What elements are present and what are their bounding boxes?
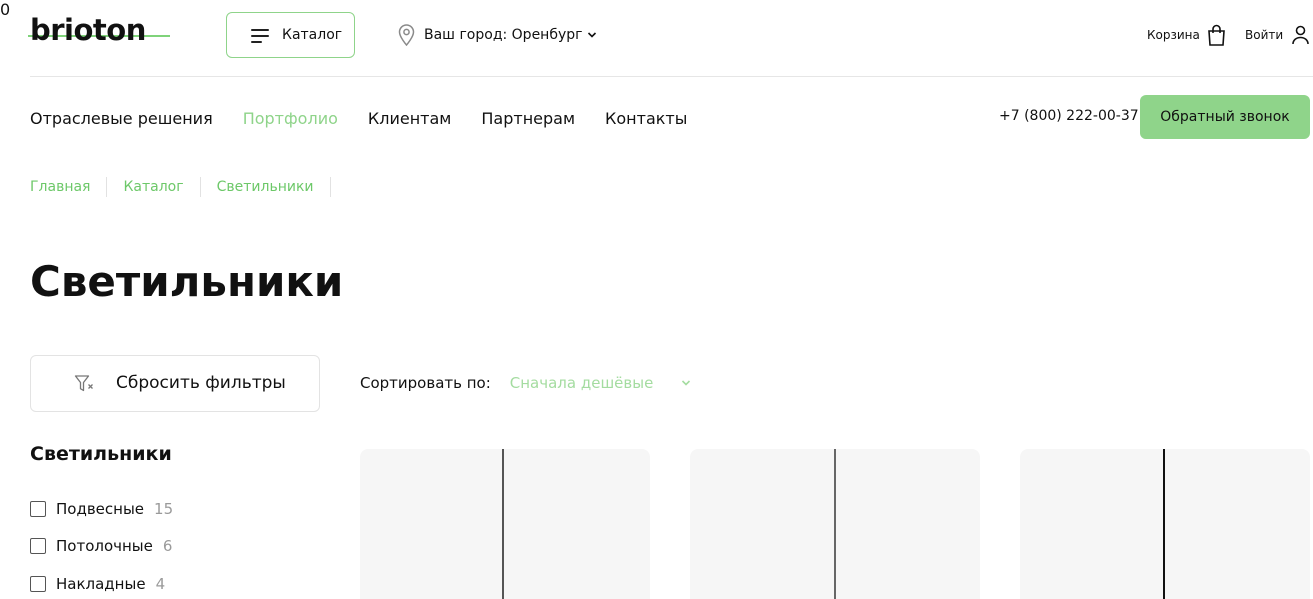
main-nav: Отраслевые решения Портфолио Клиентам Па… <box>30 105 717 131</box>
logo-text: brioton <box>30 13 146 47</box>
city-label: Ваш город: Оренбург <box>424 27 583 43</box>
catalog-button[interactable]: Каталог <box>226 12 355 58</box>
shopping-bag-icon <box>1208 24 1225 46</box>
filter-item-pendant[interactable]: Подвесные 15 <box>30 498 173 520</box>
sort-select[interactable]: Сначала дешёвые <box>510 374 654 392</box>
location-pin-icon <box>398 24 415 46</box>
nav-item-partners[interactable]: Партнерам <box>481 109 575 128</box>
chevron-down-icon <box>587 32 596 38</box>
callback-button[interactable]: Обратный звонок <box>1140 95 1310 139</box>
login-link[interactable]: Войти <box>1245 20 1309 50</box>
filter-label: Подвесные <box>56 500 145 518</box>
sort-label: Сортировать по: <box>360 374 491 392</box>
brand-logo[interactable]: brioton <box>28 13 172 50</box>
user-icon <box>1292 25 1309 45</box>
filter-label: Потолочные <box>56 537 153 555</box>
nav-item-contacts[interactable]: Контакты <box>605 109 687 128</box>
nav-item-clients[interactable]: Клиентам <box>368 109 451 128</box>
product-card[interactable] <box>690 449 980 599</box>
filter-item-ceiling[interactable]: Потолочные 6 <box>30 535 172 557</box>
nav-item-portfolio[interactable]: Портфолио <box>243 109 338 128</box>
filter-count: 15 <box>154 500 174 518</box>
filter-count: 4 <box>155 575 166 593</box>
phone-number[interactable]: +7 (800) 222-00-37 <box>999 108 1139 124</box>
filter-heading: Светильники <box>30 443 172 465</box>
sort-control: Сортировать по: Сначала дешёвые <box>360 372 691 394</box>
checkbox[interactable] <box>30 576 46 592</box>
city-selector[interactable]: Ваш город: Оренбург <box>398 24 597 46</box>
reset-filters-label: Сбросить фильтры <box>116 373 286 393</box>
pendant-cord-image <box>834 449 836 599</box>
top-bar: brioton Каталог Ваш город: Оренбург Корз… <box>0 0 1313 77</box>
chevron-down-icon[interactable] <box>681 379 691 387</box>
cart-count-badge: 0 <box>0 0 11 19</box>
page-title: Светильники <box>30 257 344 306</box>
pendant-cord-image <box>1163 449 1165 599</box>
filter-item-surface[interactable]: Накладные 4 <box>30 573 165 595</box>
menu-icon <box>251 29 269 43</box>
breadcrumb-lights[interactable]: Светильники <box>201 177 331 197</box>
filter-count: 6 <box>162 537 173 555</box>
filter-clear-icon <box>74 375 93 392</box>
reset-filters-button[interactable]: Сбросить фильтры <box>30 355 320 412</box>
checkbox[interactable] <box>30 501 46 517</box>
product-card[interactable] <box>360 449 650 599</box>
breadcrumb: Главная Каталог Светильники <box>30 177 331 197</box>
product-card[interactable] <box>1020 449 1310 599</box>
breadcrumb-home[interactable]: Главная <box>30 177 108 197</box>
header-divider <box>30 76 1313 77</box>
cart-label: Корзина <box>1147 28 1200 42</box>
checkbox[interactable] <box>30 538 46 554</box>
breadcrumb-catalog[interactable]: Каталог <box>107 177 201 197</box>
filter-label: Накладные <box>56 575 146 593</box>
nav-item-industry-solutions[interactable]: Отраслевые решения <box>30 109 213 128</box>
cart-link[interactable]: Корзина <box>1147 20 1226 50</box>
catalog-button-label: Каталог <box>282 27 343 43</box>
pendant-cord-image <box>502 449 504 599</box>
login-label: Войти <box>1245 28 1284 42</box>
